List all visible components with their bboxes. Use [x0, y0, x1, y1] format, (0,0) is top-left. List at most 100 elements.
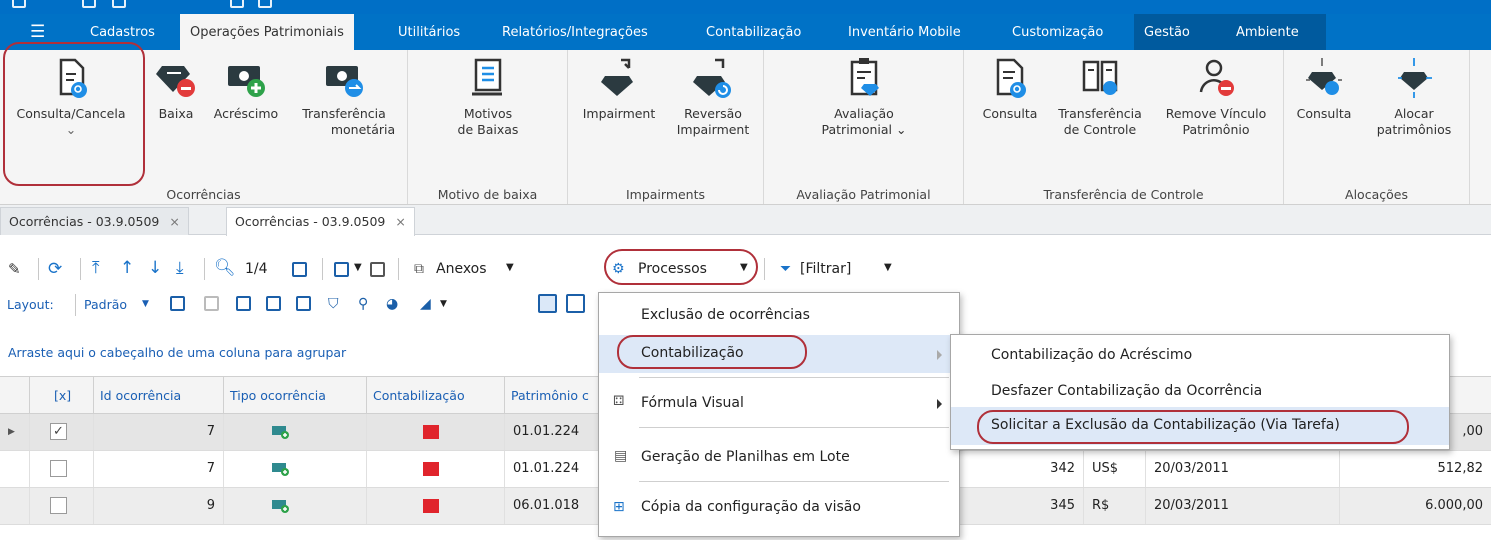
ribbon-group-transferencia-de-controle: Consulta Transferência de Controle Remov…: [964, 50, 1284, 204]
document-tabs: Ocorrências - 03.9.0509 × Ocorrências - 0…: [0, 205, 1491, 236]
tab-inventario-mobile[interactable]: Inventário Mobile: [838, 14, 971, 50]
menu-item-desfazer-contabilizacao[interactable]: Desfazer Contabilização da Ocorrência: [951, 373, 1449, 411]
select-cell: [30, 451, 94, 487]
anexos-dropdown-icon[interactable]: ▼: [506, 258, 514, 278]
tab-utilitarios[interactable]: Utilitários: [388, 14, 470, 50]
view-split-icon[interactable]: [566, 294, 585, 313]
motivos-de-baixas-button[interactable]: Motivos de Baixas: [428, 56, 548, 138]
transferencia-de-controle-button[interactable]: Transferência de Controle: [1048, 56, 1152, 138]
separator: [80, 258, 81, 280]
ribbon-group-motivo-de-baixa: Motivos de Baixas Motivo de baixa: [408, 50, 568, 204]
patrimonio-cell: 01.01.224: [513, 424, 580, 439]
menu-item-contabilizacao-acrescimo[interactable]: Contabilização do Acréscimo: [951, 337, 1449, 375]
close-icon[interactable]: ×: [395, 214, 405, 229]
tab-contabilizacao[interactable]: Contabilização: [696, 14, 811, 50]
color-icon[interactable]: ◕: [386, 294, 398, 314]
header-tipo-ocorrencia[interactable]: Tipo ocorrência: [224, 377, 367, 414]
reversao-impairment-button[interactable]: Reversão Impairment: [668, 56, 758, 138]
transferencia-monetaria-button[interactable]: Transferência monetária: [290, 56, 398, 138]
menu-item-geracao-planilhas[interactable]: Geração de Planilhas em Lote: [599, 439, 959, 477]
undo-icon[interactable]: [230, 0, 244, 8]
red-flag-icon: [423, 499, 439, 513]
close-icon[interactable]: ×: [169, 214, 179, 229]
next-record-icon[interactable]: ↓: [148, 258, 162, 278]
doc-tab-active[interactable]: Ocorrências - 03.9.0509 ×: [226, 207, 415, 236]
filtrar-button[interactable]: [Filtrar]: [800, 259, 851, 279]
first-record-icon[interactable]: ⤒: [92, 258, 100, 278]
tab-customizacao[interactable]: Customização: [1002, 14, 1113, 50]
previous-record-icon[interactable]: ↑: [120, 258, 134, 278]
refresh-icon[interactable]: ⟳: [48, 259, 62, 279]
quick-access-icon[interactable]: [12, 0, 26, 8]
tab-operacoes-patrimoniais[interactable]: Operações Patrimoniais: [180, 14, 354, 50]
gem-down-icon: [599, 56, 639, 100]
tab-relatorios-integracoes[interactable]: Relatórios/Integrações: [492, 14, 658, 50]
contabilizacao-cell: [367, 451, 505, 487]
page-indicator: 1/4: [245, 261, 268, 277]
header-id-ocorrencia[interactable]: Id ocorrência: [94, 377, 224, 414]
app-menu-icon[interactable]: ☰: [30, 23, 46, 41]
anexos-button[interactable]: Anexos: [436, 259, 487, 279]
baixa-button[interactable]: Baixa: [150, 56, 202, 122]
report-icon[interactable]: [370, 262, 385, 277]
delete-layout-icon[interactable]: [204, 296, 219, 311]
columns-icon[interactable]: [292, 262, 307, 277]
money-plus-icon: [272, 426, 289, 439]
export-icon[interactable]: [334, 262, 349, 277]
separator: [764, 258, 765, 280]
menu-item-formula-visual[interactable]: Fórmula Visual: [599, 385, 959, 423]
chart-dropdown-icon[interactable]: ▼: [440, 294, 447, 314]
filter-icon: ⏷: [780, 261, 792, 277]
row-checkbox[interactable]: [50, 497, 67, 514]
list-document-icon: [468, 56, 508, 100]
save-icon[interactable]: [82, 0, 96, 8]
alocar-patrimonios-button[interactable]: Alocar patrimônios: [1364, 56, 1464, 138]
data-cell: 20/03/2011: [1146, 488, 1340, 524]
consulta-alocacoes-button[interactable]: Consulta: [1288, 56, 1360, 122]
ribbon-group-label: Avaliação Patrimonial: [796, 187, 931, 202]
acrescimo-button[interactable]: Acréscimo: [206, 56, 286, 122]
import-layout-icon[interactable]: [266, 296, 281, 311]
layout-dropdown-icon[interactable]: ▼: [142, 294, 149, 314]
header-contabilizacao[interactable]: Contabilização: [367, 377, 505, 414]
row-checkbox[interactable]: [50, 460, 67, 477]
menu-item-exclusao-ocorrencias[interactable]: Exclusão de ocorrências: [599, 297, 959, 335]
red-flag-icon: [423, 462, 439, 476]
pin-icon[interactable]: ⚲: [358, 294, 368, 314]
header-patrimonio[interactable]: Patrimônio c: [505, 377, 605, 414]
layout-select[interactable]: Padrão: [84, 295, 127, 315]
remove-vinculo-patrimonio-button[interactable]: Remove Vínculo Patrimônio: [1156, 56, 1276, 138]
contabilizacao-cell: [367, 414, 505, 450]
doc-tab[interactable]: Ocorrências - 03.9.0509 ×: [0, 207, 189, 235]
gem-search-icon: [1304, 56, 1344, 100]
avaliacao-patrimonial-button[interactable]: Avaliação Patrimonial ⌄: [804, 56, 924, 138]
chart-icon[interactable]: ◢: [420, 294, 431, 314]
print-icon[interactable]: [112, 0, 126, 8]
document-search-icon: [990, 56, 1030, 100]
view-single-icon[interactable]: [538, 294, 557, 313]
redo-icon[interactable]: [258, 0, 272, 8]
menu-item-copia-configuracao[interactable]: Cópia da configuração da visão: [599, 489, 959, 527]
edit-icon[interactable]: ✎: [8, 259, 21, 279]
export-dropdown-icon[interactable]: ▼: [354, 258, 362, 278]
impairment-button[interactable]: Impairment: [574, 56, 664, 122]
paint-icon[interactable]: ⛉: [328, 294, 339, 314]
money-plus-icon: [226, 56, 266, 100]
ribbon-group-label: Ocorrências: [166, 187, 241, 202]
save-layout-icon[interactable]: [236, 296, 251, 311]
row-checkbox[interactable]: ✓: [50, 423, 67, 440]
submenu-arrow-icon: [937, 350, 942, 360]
contabilizacao-highlight-ring: [617, 335, 807, 369]
ribbon-group-alocacoes: Consulta Alocar patrimônios Alocações: [1284, 50, 1470, 204]
group-hint-text: Arraste aqui o cabeçalho de uma coluna p…: [8, 345, 347, 360]
filtrar-dropdown-icon[interactable]: ▼: [884, 258, 892, 278]
consulta-transferencia-button[interactable]: Consulta: [972, 56, 1048, 122]
tab-gestao[interactable]: Gestão: [1134, 14, 1226, 50]
header-select[interactable]: [x]: [30, 377, 94, 414]
select-cell: [30, 488, 94, 524]
export-layout-icon[interactable]: [296, 296, 311, 311]
last-record-icon[interactable]: ⤓: [176, 258, 184, 278]
tab-ambiente[interactable]: Ambiente: [1226, 14, 1326, 50]
search-icon[interactable]: 🔍︎: [214, 258, 236, 278]
add-layout-icon[interactable]: [170, 296, 185, 311]
